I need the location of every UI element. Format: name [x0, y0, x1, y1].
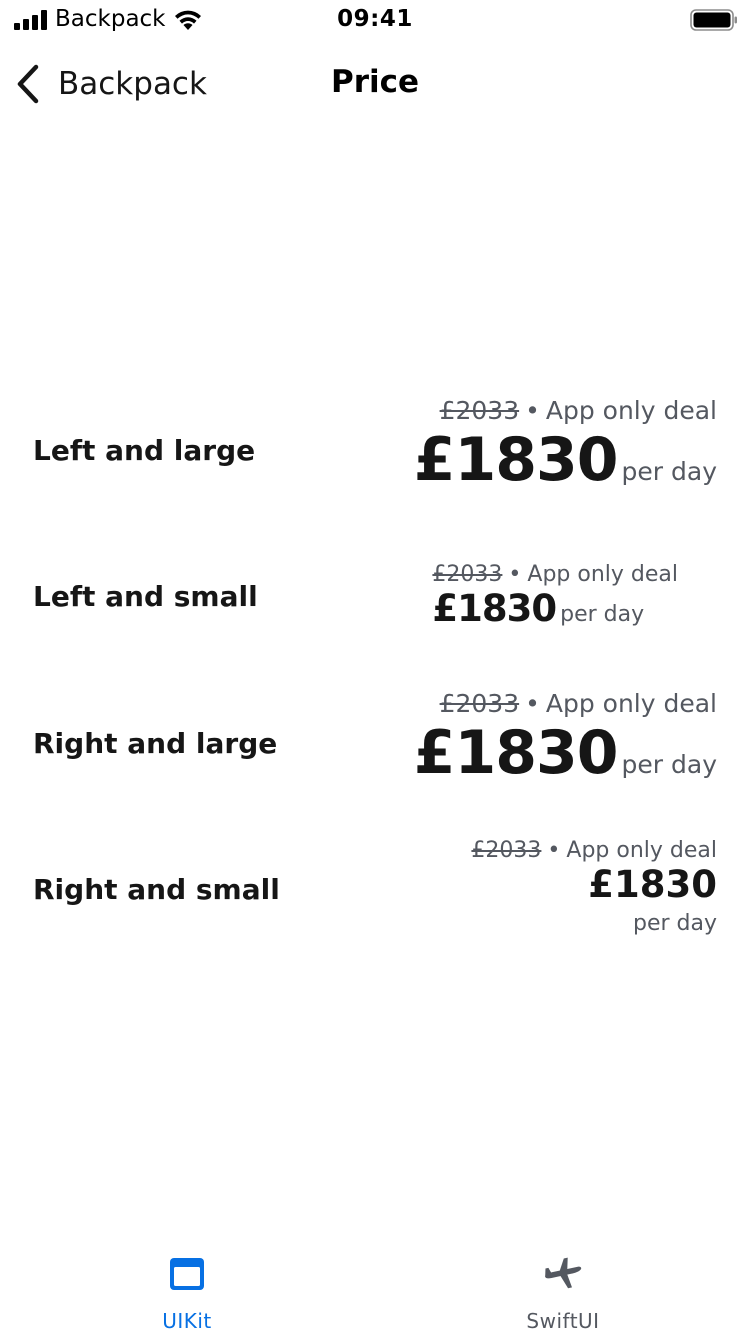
- separator-dot: •: [508, 562, 522, 587]
- price-period: per day: [560, 602, 645, 627]
- price-period: per day: [621, 750, 717, 779]
- price-value: £1830: [432, 587, 557, 630]
- row-label: Right and small: [33, 873, 280, 906]
- navigation-bar: Backpack Price: [0, 40, 750, 128]
- price-line: £1830 per day: [432, 587, 678, 630]
- price-block: £2033 • App only deal £1830 per day: [432, 562, 678, 630]
- price-block: £2033 • App only deal £1830 per day: [414, 689, 717, 788]
- window-icon: [170, 1258, 204, 1290]
- price-period: per day: [632, 911, 717, 936]
- status-time: 09:41: [337, 6, 413, 32]
- row-label: Left and small: [33, 580, 258, 613]
- previous-price-line: £2033 • App only deal: [432, 562, 678, 587]
- price-line: £1830 per day: [414, 425, 717, 495]
- price-value: £1830: [413, 425, 619, 495]
- previous-price: £2033: [439, 396, 520, 425]
- deal-label: App only deal: [545, 396, 717, 425]
- price-period: per day: [621, 457, 717, 486]
- price-block: £2033 • App only deal £1830 per day: [471, 838, 717, 941]
- previous-price: £2033: [439, 689, 520, 718]
- airplane-icon: [545, 1257, 582, 1289]
- tab-uikit[interactable]: UIKit: [87, 1254, 287, 1333]
- tab-swiftui[interactable]: SwiftUI: [463, 1254, 663, 1333]
- previous-price-line: £2033 • App only deal: [414, 689, 717, 718]
- separator-dot: •: [525, 396, 540, 425]
- deal-label: App only deal: [545, 689, 717, 718]
- tab-label: UIKit: [162, 1309, 212, 1333]
- previous-price: £2033: [432, 562, 503, 587]
- price-value: £1830: [413, 718, 619, 788]
- previous-price-line: £2033 • App only deal: [414, 396, 717, 425]
- tab-bar: UIKit SwiftUI: [0, 1236, 750, 1334]
- page-title: Price: [330, 64, 420, 100]
- separator-dot: •: [525, 689, 540, 718]
- tab-label: SwiftUI: [526, 1309, 600, 1333]
- deal-label: App only deal: [527, 562, 678, 587]
- battery-icon: [690, 9, 737, 31]
- separator-dot: •: [547, 838, 561, 863]
- row-label: Right and large: [33, 727, 278, 760]
- previous-price: £2033: [471, 838, 542, 863]
- price-line: £1830 per day: [414, 718, 717, 788]
- price-block: £2033 • App only deal £1830 per day: [414, 396, 717, 495]
- previous-price-line: £2033 • App only deal: [471, 838, 717, 863]
- status-bar: Backpack 09:41: [0, 0, 750, 40]
- deal-label: App only deal: [566, 838, 717, 863]
- row-label: Left and large: [33, 434, 256, 467]
- price-value: £1830: [588, 863, 717, 906]
